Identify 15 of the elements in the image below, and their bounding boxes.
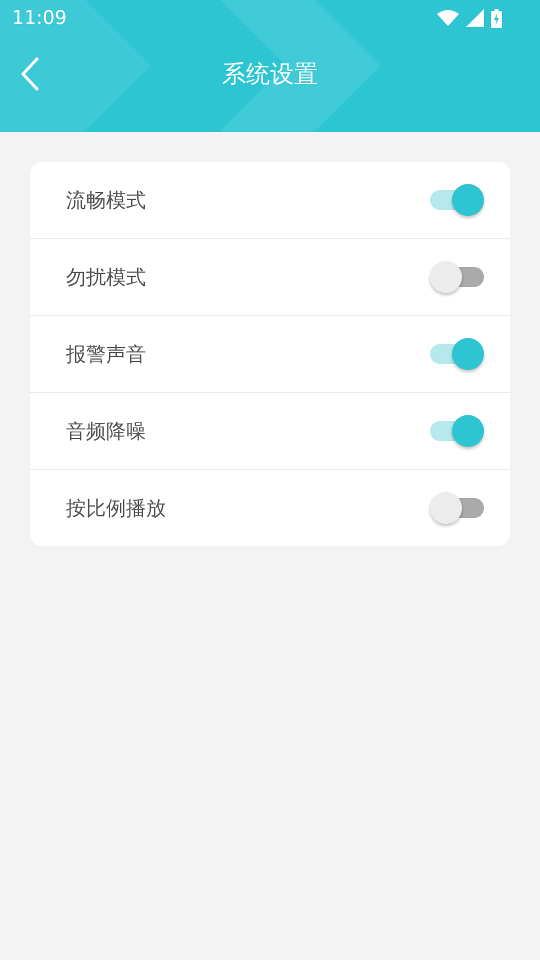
setting-label: 勿扰模式 [66, 264, 146, 290]
setting-label: 音频降噪 [66, 418, 146, 444]
toggle-switch[interactable] [430, 261, 484, 293]
wifi-icon [437, 10, 459, 26]
page-title: 系统设置 [222, 59, 318, 90]
setting-label: 按比例播放 [66, 494, 166, 522]
toggle-switch[interactable] [430, 415, 484, 447]
status-time: 11:09 [12, 7, 67, 29]
signal-icon [466, 9, 484, 27]
toggle-switch[interactable] [430, 184, 484, 216]
battery-charging-icon [491, 8, 502, 28]
toggle-switch[interactable] [430, 492, 484, 524]
toggle-switch[interactable] [430, 338, 484, 370]
setting-label: 流畅模式 [66, 186, 146, 214]
setting-label: 报警声音 [66, 340, 146, 368]
